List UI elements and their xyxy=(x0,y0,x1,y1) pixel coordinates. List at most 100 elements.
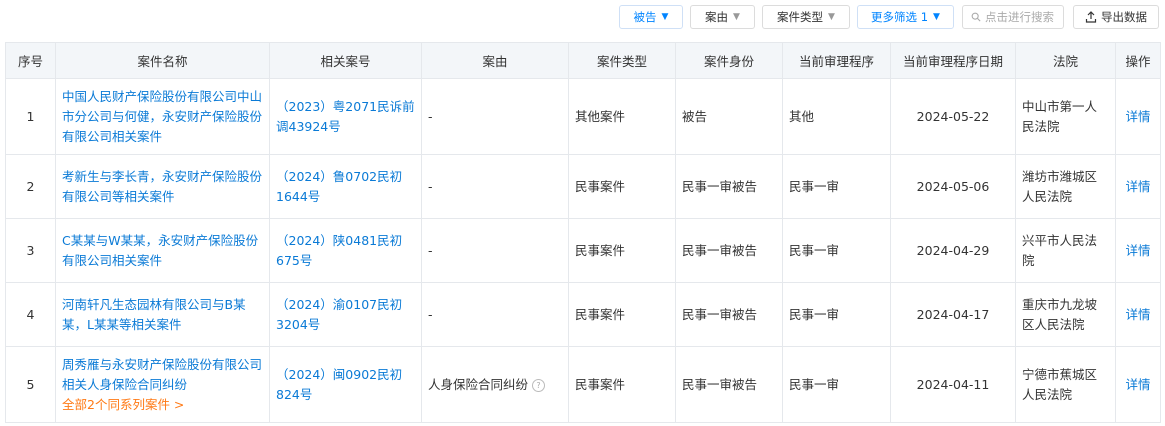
filter-case-type-dropdown[interactable]: 案件类型 ▼ xyxy=(762,5,850,29)
table-row: 5 周秀雁与永安财产保险股份有限公司相关人身保险合同纠纷 全部2个同系列案件 >… xyxy=(5,346,1161,423)
header-case-name: 案件名称 xyxy=(55,42,270,79)
case-type-cell: 民事案件 xyxy=(568,154,676,219)
table-row: 4 河南轩凡生态园林有限公司与B某某，L某某等相关案件 （2024）渝0107民… xyxy=(5,282,1161,347)
cause-cell: 人身保险合同纠纷? xyxy=(421,346,569,423)
procedure-date-cell: 2024-04-17 xyxy=(890,282,1016,347)
header-case-number: 相关案号 xyxy=(269,42,422,79)
row-index: 3 xyxy=(5,218,56,283)
case-role-cell: 民事一审被告 xyxy=(675,282,783,347)
help-icon[interactable]: ? xyxy=(532,378,546,392)
search-icon xyxy=(971,12,981,22)
search-box xyxy=(962,5,1064,29)
cause-cell: - xyxy=(421,154,569,219)
header-cause: 案由 xyxy=(421,42,569,79)
case-name-cell: 河南轩凡生态园林有限公司与B某某，L某某等相关案件 xyxy=(55,282,270,347)
cause-cell: - xyxy=(421,78,569,155)
court-cell: 潍坊市潍城区人民法院 xyxy=(1015,154,1116,219)
court-cell: 中山市第一人民法院 xyxy=(1015,78,1116,155)
procedure-date-cell: 2024-04-29 xyxy=(890,218,1016,283)
case-role-cell: 民事一审被告 xyxy=(675,154,783,219)
case-number-link[interactable]: （2024）闽0902民初824号 xyxy=(276,367,402,402)
court-cell: 重庆市九龙坡区人民法院 xyxy=(1015,282,1116,347)
action-cell: 详情 xyxy=(1115,346,1161,423)
header-procedure-date: 当前审理程序日期 xyxy=(890,42,1016,79)
details-link[interactable]: 详情 xyxy=(1125,377,1150,392)
more-filters-label: 更多筛选 1 xyxy=(871,10,929,24)
header-court: 法院 xyxy=(1015,42,1116,79)
procedure-cell: 民事一审 xyxy=(782,218,891,283)
header-action: 操作 xyxy=(1115,42,1161,79)
procedure-cell: 民事一审 xyxy=(782,154,891,219)
case-name-cell: 中国人民财产保险股份有限公司中山市分公司与何健，永安财产保险股份有限公司相关案件 xyxy=(55,78,270,155)
court-cell: 兴平市人民法院 xyxy=(1015,218,1116,283)
case-type-cell: 民事案件 xyxy=(568,282,676,347)
case-role-cell: 民事一审被告 xyxy=(675,346,783,423)
cause-text: 人身保险合同纠纷 xyxy=(428,376,529,392)
action-cell: 详情 xyxy=(1115,78,1161,155)
export-data-label: 导出数据 xyxy=(1101,10,1147,24)
table-row: 1 中国人民财产保险股份有限公司中山市分公司与何健，永安财产保险股份有限公司相关… xyxy=(5,78,1161,155)
header-case-type: 案件类型 xyxy=(568,42,676,79)
filter-toolbar: 被告 ▼ 案由 ▼ 案件类型 ▼ 更多筛选 1 ▼ 导出数据 xyxy=(0,5,1165,31)
filter-defendant-dropdown[interactable]: 被告 ▼ xyxy=(619,5,683,29)
filter-case-type-label: 案件类型 xyxy=(777,10,824,24)
table-row: 3 C某某与W某某，永安财产保险股份有限公司相关案件 （2024）陕0481民初… xyxy=(5,218,1161,283)
more-filters-dropdown[interactable]: 更多筛选 1 ▼ xyxy=(857,5,954,29)
case-type-cell: 其他案件 xyxy=(568,78,676,155)
row-index: 1 xyxy=(5,78,56,155)
case-name-link[interactable]: 中国人民财产保险股份有限公司中山市分公司与何健，永安财产保险股份有限公司相关案件 xyxy=(62,89,262,144)
case-number-cell: （2024）鲁0702民初1644号 xyxy=(269,154,422,219)
procedure-date-cell: 2024-04-11 xyxy=(890,346,1016,423)
caret-down-icon: ▼ xyxy=(733,12,740,22)
case-number-link[interactable]: （2024）鲁0702民初1644号 xyxy=(276,169,402,204)
action-cell: 详情 xyxy=(1115,218,1161,283)
case-number-cell: （2024）渝0107民初3204号 xyxy=(269,282,422,347)
filter-defendant-label: 被告 xyxy=(633,10,657,24)
details-link[interactable]: 详情 xyxy=(1125,109,1150,124)
details-link[interactable]: 详情 xyxy=(1125,179,1150,194)
procedure-date-cell: 2024-05-22 xyxy=(890,78,1016,155)
case-name-cell: C某某与W某某，永安财产保险股份有限公司相关案件 xyxy=(55,218,270,283)
case-number-cell: （2023）粤2071民诉前调43924号 xyxy=(269,78,422,155)
procedure-cell: 其他 xyxy=(782,78,891,155)
header-case-role: 案件身份 xyxy=(675,42,783,79)
case-number-cell: （2024）陕0481民初675号 xyxy=(269,218,422,283)
caret-down-icon: ▼ xyxy=(828,12,835,22)
filter-cause-dropdown[interactable]: 案由 ▼ xyxy=(690,5,755,29)
table-row: 2 考新生与李长青，永安财产保险股份有限公司等相关案件 （2024）鲁0702民… xyxy=(5,154,1161,219)
case-number-link[interactable]: （2023）粤2071民诉前调43924号 xyxy=(276,99,415,134)
cause-cell: - xyxy=(421,218,569,283)
cause-cell: - xyxy=(421,282,569,347)
table-header-row: 序号 案件名称 相关案号 案由 案件类型 案件身份 当前审理程序 当前审理程序日… xyxy=(5,42,1161,79)
case-role-cell: 被告 xyxy=(675,78,783,155)
case-role-cell: 民事一审被告 xyxy=(675,218,783,283)
series-cases-link[interactable]: 全部2个同系列案件 > xyxy=(62,395,263,415)
header-procedure: 当前审理程序 xyxy=(782,42,891,79)
case-name-link[interactable]: 河南轩凡生态园林有限公司与B某某，L某某等相关案件 xyxy=(62,297,246,332)
case-type-cell: 民事案件 xyxy=(568,346,676,423)
row-index: 4 xyxy=(5,282,56,347)
court-cell: 宁德市蕉城区人民法院 xyxy=(1015,346,1116,423)
procedure-cell: 民事一审 xyxy=(782,346,891,423)
action-cell: 详情 xyxy=(1115,282,1161,347)
case-name-cell: 周秀雁与永安财产保险股份有限公司相关人身保险合同纠纷 全部2个同系列案件 > xyxy=(55,346,270,423)
search-input[interactable] xyxy=(981,10,1063,24)
case-name-link[interactable]: C某某与W某某，永安财产保险股份有限公司相关案件 xyxy=(62,233,258,268)
case-name-cell: 考新生与李长青，永安财产保险股份有限公司等相关案件 xyxy=(55,154,270,219)
case-name-link[interactable]: 周秀雁与永安财产保险股份有限公司相关人身保险合同纠纷 xyxy=(62,357,262,392)
case-number-link[interactable]: （2024）陕0481民初675号 xyxy=(276,233,402,268)
caret-down-icon: ▼ xyxy=(933,12,940,22)
row-index: 2 xyxy=(5,154,56,219)
details-link[interactable]: 详情 xyxy=(1125,307,1150,322)
details-link[interactable]: 详情 xyxy=(1125,243,1150,258)
case-type-cell: 民事案件 xyxy=(568,218,676,283)
case-number-link[interactable]: （2024）渝0107民初3204号 xyxy=(276,297,402,332)
case-table: 序号 案件名称 相关案号 案由 案件类型 案件身份 当前审理程序 当前审理程序日… xyxy=(5,42,1161,423)
row-index: 5 xyxy=(5,346,56,423)
header-index: 序号 xyxy=(5,42,56,79)
procedure-date-cell: 2024-05-06 xyxy=(890,154,1016,219)
filter-cause-label: 案由 xyxy=(705,10,729,24)
caret-down-icon: ▼ xyxy=(661,12,669,22)
case-name-link[interactable]: 考新生与李长青，永安财产保险股份有限公司等相关案件 xyxy=(62,169,262,204)
export-data-button[interactable]: 导出数据 xyxy=(1073,5,1159,29)
